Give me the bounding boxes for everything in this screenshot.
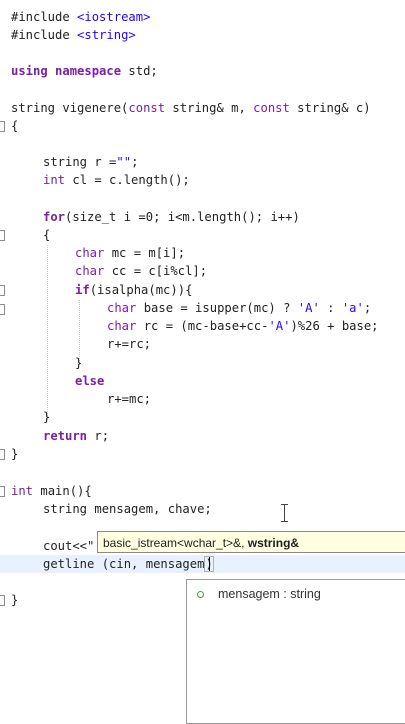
keyword: const [128,101,166,115]
keyword: int [11,484,34,498]
scope-guide [47,245,48,420]
code-text: { [11,119,19,133]
keyword: using namespace [11,64,122,78]
code-text: } [11,447,19,461]
code-text: (size_t i =0; i<m.length(); i++) [65,210,300,224]
char-literal: 'a' [341,301,364,315]
include-target: <string> [77,28,136,42]
code-line: string r =""; [43,153,138,171]
code-line: { [43,226,50,244]
code-line: } [43,408,50,426]
code-line: } [75,354,82,372]
char-literal: 'A' [297,301,320,315]
code-line: cout<<" [43,537,94,555]
preprocessor: #include [11,10,78,24]
code-line: string vigenere(const string& m, const s… [11,99,371,117]
code-text: std; [121,64,158,78]
code-line: char mc = m[i]; [75,244,185,262]
code-text: r; [87,429,110,443]
code-text: { [43,228,51,242]
fold-marker[interactable] [0,121,5,132]
code-text: rc = (mc-base+cc- [136,319,269,333]
fold-marker[interactable] [0,449,5,460]
code-text: string& c) [289,101,371,115]
code-line: char base = isupper(mc) ? 'A' : 'a'; [107,299,371,317]
code-text: ; [363,301,372,315]
parameter-hint-text: basic_istream<wchar_t>&, [103,536,248,550]
code-line: int main(){ [11,482,92,500]
fold-marker[interactable] [0,230,5,241]
code-text: (isalpha(mc)){ [89,283,193,297]
code-line: for(size_t i =0; i<m.length(); i++) [43,208,300,226]
code-text: } [11,593,19,607]
parameter-hint-tooltip: basic_istream<wchar_t>&, wstring& [97,531,405,553]
autocomplete-popup[interactable]: mensagem : string [186,579,405,724]
code-line: using namespace std; [11,62,158,80]
string-literal: "" [116,155,132,169]
code-line: r+=mc; [107,390,151,408]
code-text: cout<<" [43,539,95,553]
code-text: cl = c.length(); [65,173,190,187]
keyword: for [43,210,66,224]
keyword: char [107,319,137,333]
include-target: <iostream> [77,10,151,24]
public-field-icon [197,591,204,598]
code-text: : [319,301,342,315]
code-text: cc = c[i%cl]; [104,264,208,278]
code-text: string mensagem, chave; [43,502,212,516]
code-text: getline [43,557,95,571]
code-line: } [11,591,18,609]
code-line: #include <string> [11,26,136,44]
keyword: else [75,374,105,388]
autocomplete-item-label: mensagem : string [218,587,321,601]
code-line: #include <iostream> [11,8,150,26]
keyword: int [43,173,66,187]
code-editor[interactable]: #include <iostream> #include <string> us… [0,0,405,724]
code-text: r+=rc; [107,337,152,351]
code-text: string vigenere( [11,101,129,115]
ibeam-cursor-icon [281,504,289,522]
code-text: ; [131,155,139,169]
keyword: const [253,101,290,115]
char-literal: 'A' [268,319,291,333]
code-text: )%26 + base; [290,319,379,333]
code-line: { [11,117,18,135]
fold-marker[interactable] [0,595,5,606]
preprocessor: #include [11,28,78,42]
keyword: char [75,264,105,278]
code-text: base = isupper(mc) ? [136,301,298,315]
code-text: } [43,410,51,424]
code-line: string mensagem, chave; [43,500,212,518]
code-line: char rc = (mc-base+cc-'A')%26 + base; [107,317,379,335]
code-text: mc = m[i]; [104,246,186,260]
keyword: return [43,429,88,443]
text-caret [209,557,210,571]
code-text: string r = [43,155,117,169]
code-text: string& m, [165,101,254,115]
autocomplete-item[interactable]: mensagem : string [187,584,405,604]
fold-marker[interactable] [0,285,5,296]
code-text: (cin, mensagem [94,557,205,571]
parameter-hint-current: wstring& [247,536,300,550]
keyword: if [75,283,90,297]
code-line: if(isalpha(mc)){ [75,281,192,299]
code-line: return r; [43,427,109,445]
code-line: } [11,445,18,463]
keyword: char [75,246,105,260]
code-text: } [75,356,83,370]
code-text: main(){ [33,484,92,498]
code-line: else [75,372,104,390]
fold-marker[interactable] [0,486,5,497]
code-line: char cc = c[i%cl]; [75,262,207,280]
keyword: char [107,301,137,315]
fold-marker[interactable] [0,304,5,315]
code-line: int cl = c.length(); [43,171,190,189]
code-line: r+=rc; [107,335,151,353]
code-text: r+=mc; [107,392,152,406]
code-line: getline (cin, mensagem) [43,555,214,573]
